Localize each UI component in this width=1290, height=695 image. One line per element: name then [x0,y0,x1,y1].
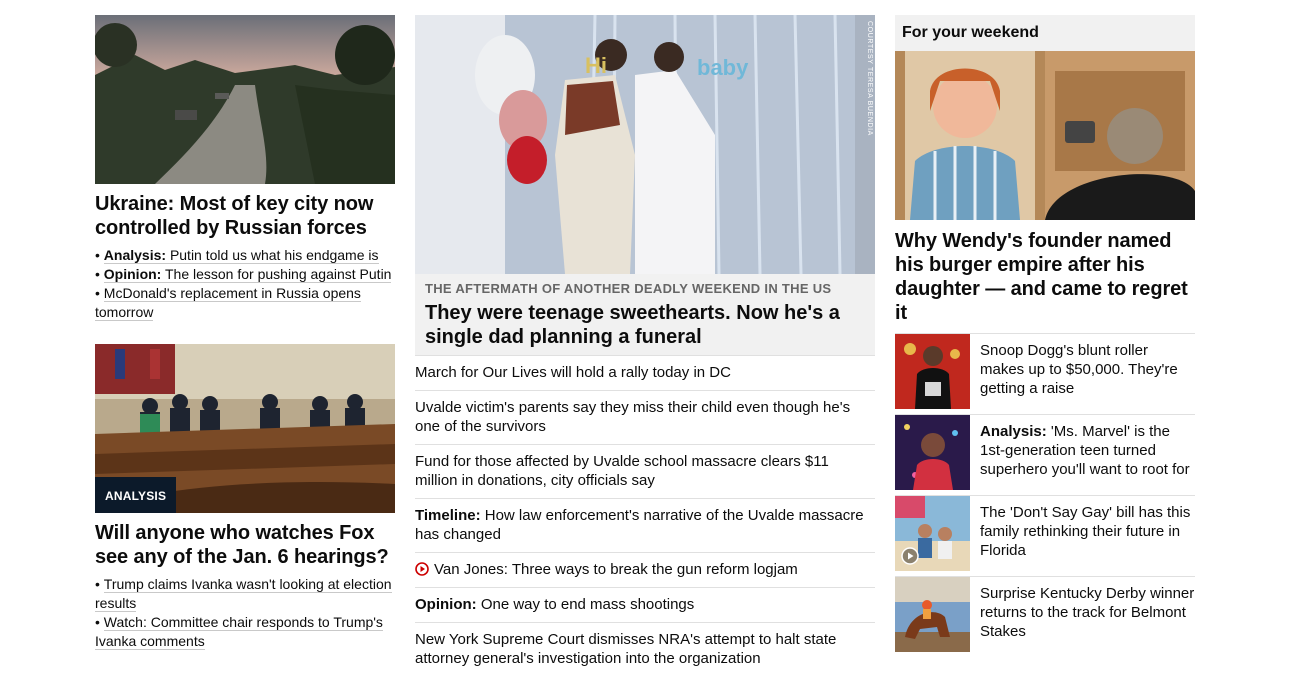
video-play-icon [415,562,429,576]
list-item[interactable]: • Trump claims Ivanka wasn't looking at … [95,575,395,613]
related-stories-list: March for Our Lives will hold a rally to… [415,355,875,676]
kentucky-derby-thumbnail [895,577,970,652]
section-title[interactable]: For your weekend [895,15,1195,51]
wendys-headline[interactable]: Why Wendy's founder named his burger emp… [895,229,1195,325]
jan6-hearing-image[interactable]: ANALYSIS [95,344,395,513]
left-column: Ukraine: Most of key city now controlled… [95,15,395,651]
featured-story-text[interactable]: THE AFTERMATH OF ANOTHER DEADLY WEEKEND … [415,274,875,355]
weekend-stories-list: Snoop Dogg's blunt roller makes up to $5… [895,333,1195,657]
list-item[interactable]: • Opinion: The lesson for pushing agains… [95,265,395,284]
video-play-icon [901,547,919,565]
list-item[interactable]: New York Supreme Court dismisses NRA's a… [415,622,875,676]
featured-headline[interactable]: They were teenage sweethearts. Now he's … [425,301,865,349]
list-item[interactable]: Opinion: One way to end mass shootings [415,587,875,622]
svg-text:baby: baby [697,55,749,80]
list-item[interactable]: Snoop Dogg's blunt roller makes up to $5… [895,333,1195,414]
list-item[interactable]: Timeline: How law enforcement's narrativ… [415,498,875,552]
featured-kicker: THE AFTERMATH OF ANOTHER DEADLY WEEKEND … [425,281,832,296]
middle-column: Hi baby COURTESY TERESA BUENDIA THE AFTE… [415,15,875,676]
fox-headline[interactable]: Will anyone who watches Fox see any of t… [95,521,395,569]
list-item[interactable]: The 'Don't Say Gay' bill has this family… [895,495,1195,576]
snoop-thumbnail [895,334,970,409]
ukraine-headline[interactable]: Ukraine: Most of key city now controlled… [95,192,395,240]
analysis-badge: ANALYSIS [95,477,177,513]
svg-text:Hi: Hi [585,53,607,78]
right-column: For your weekend Why Wendy's founder nam… [895,15,1195,657]
list-item[interactable]: March for Our Lives will hold a rally to… [415,355,875,390]
list-item[interactable]: Uvalde victim's parents say they miss th… [415,390,875,444]
ukraine-related-links: • Analysis: Putin told us what his endga… [95,246,395,322]
list-item[interactable]: Surprise Kentucky Derby winner returns t… [895,576,1195,657]
list-item[interactable]: • Analysis: Putin told us what his endga… [95,246,395,265]
wendys-story-image[interactable] [895,51,1195,220]
list-item[interactable]: Van Jones: Three ways to break the gun r… [415,552,875,587]
photo-credit: COURTESY TERESA BUENDIA [866,21,873,136]
jan6-related-links: • Trump claims Ivanka wasn't looking at … [95,575,395,651]
florida-family-thumbnail [895,496,970,571]
list-item[interactable]: • Watch: Committee chair responds to Tru… [95,613,395,651]
list-item[interactable]: • McDonald's replacement in Russia opens… [95,284,395,322]
list-item[interactable]: Fund for those affected by Uvalde school… [415,444,875,498]
list-item[interactable]: Analysis: 'Ms. Marvel' is the 1st-genera… [895,414,1195,495]
featured-story-image[interactable]: Hi baby COURTESY TERESA BUENDIA [415,15,875,274]
ms-marvel-thumbnail [895,415,970,490]
ukraine-story-image[interactable] [95,15,395,184]
